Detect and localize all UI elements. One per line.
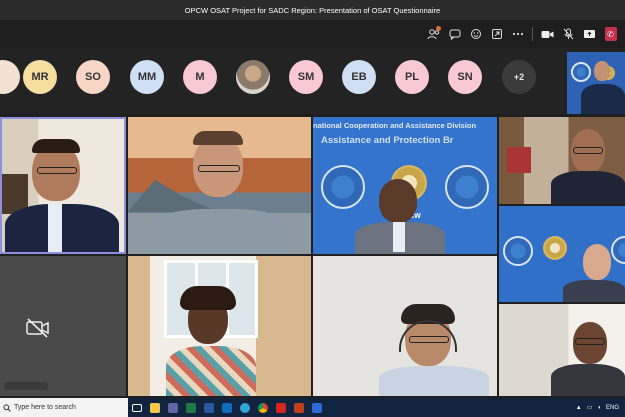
participant-suit bbox=[551, 364, 625, 396]
opcw-emblem-icon bbox=[611, 236, 625, 264]
search-icon bbox=[3, 403, 11, 412]
participant-avatar[interactable]: SN bbox=[448, 60, 482, 94]
participant-face bbox=[379, 179, 417, 223]
avatar-initials: SO bbox=[85, 71, 101, 83]
meeting-title: OPCW OSAT Project for SADC Region: Prese… bbox=[184, 5, 441, 15]
mic-icon[interactable] bbox=[558, 24, 579, 44]
video-tile[interactable] bbox=[128, 117, 311, 254]
share-tray-icon[interactable] bbox=[486, 24, 507, 44]
participant-suit bbox=[5, 204, 119, 252]
search-placeholder: Type here to search bbox=[14, 404, 76, 411]
video-tile[interactable] bbox=[313, 256, 497, 396]
participant-face bbox=[594, 61, 610, 81]
video-tile[interactable] bbox=[499, 304, 625, 396]
opcw-emblem-icon bbox=[571, 62, 591, 82]
volume-icon[interactable]: ◖ bbox=[597, 405, 601, 411]
bookshelf bbox=[507, 147, 531, 173]
opcw-emblem-icon bbox=[503, 236, 533, 266]
network-icon[interactable]: ▭ bbox=[587, 404, 593, 411]
video-tile-opcw[interactable]: national Cooperation and Assistance Divi… bbox=[313, 117, 497, 254]
participant-avatar[interactable]: EB bbox=[342, 60, 376, 94]
participant-suit bbox=[563, 280, 625, 302]
more-participants-count: +2 bbox=[513, 72, 525, 82]
powerpoint-icon[interactable] bbox=[290, 398, 308, 417]
participant-shirt bbox=[379, 366, 489, 396]
participant-name-tag bbox=[4, 382, 48, 390]
word-icon[interactable] bbox=[200, 398, 218, 417]
eyeglasses bbox=[573, 147, 603, 154]
participant-avatar[interactable]: MR bbox=[23, 60, 57, 94]
teams-icon[interactable] bbox=[164, 398, 182, 417]
shirt bbox=[48, 204, 62, 252]
file-explorer-icon[interactable] bbox=[146, 398, 164, 417]
participant-dress bbox=[166, 346, 256, 396]
participant-avatar[interactable]: SO bbox=[76, 60, 110, 94]
app-icon[interactable] bbox=[308, 398, 326, 417]
title-bar: OPCW OSAT Project for SADC Region: Prese… bbox=[0, 0, 625, 20]
self-view-tile[interactable] bbox=[567, 52, 625, 114]
leave-icon: ✆ bbox=[604, 27, 617, 41]
more-participants-button[interactable]: +2 bbox=[502, 60, 536, 94]
avatar-initials: MR bbox=[31, 71, 49, 83]
task-view-icon[interactable] bbox=[128, 398, 146, 417]
participant-face bbox=[583, 244, 611, 280]
opcw-logo-icon bbox=[543, 236, 567, 260]
chrome-icon[interactable] bbox=[254, 398, 272, 417]
participant-avatar[interactable]: MM bbox=[130, 60, 164, 94]
eyeglasses bbox=[198, 165, 240, 172]
opcw-emblem-icon bbox=[445, 165, 489, 209]
participant-photo-avatar[interactable] bbox=[236, 60, 270, 94]
avatar-initials: EB bbox=[351, 71, 367, 83]
avatar-initials: M bbox=[195, 71, 205, 83]
participant-avatar-partial[interactable] bbox=[0, 60, 20, 94]
meeting-toolbar: ✆ bbox=[0, 20, 625, 48]
participant-shirt bbox=[150, 209, 290, 254]
video-tile[interactable] bbox=[499, 117, 625, 204]
shirt bbox=[393, 222, 405, 252]
participant-hair bbox=[180, 286, 236, 310]
language-indicator[interactable]: ENG bbox=[606, 405, 619, 411]
avatar-initials: SM bbox=[297, 71, 315, 83]
participant-strip: MR SO MM M SM EB PL SN +2 bbox=[0, 48, 625, 114]
tray-chevron-icon[interactable]: ▲ bbox=[576, 405, 582, 411]
participant-hair bbox=[193, 131, 243, 145]
banner-branch: Assistance and Protection Br bbox=[321, 135, 454, 146]
participant-avatar[interactable]: PL bbox=[395, 60, 429, 94]
video-tile[interactable] bbox=[128, 256, 311, 396]
participant-suit bbox=[551, 171, 625, 204]
reactions-icon[interactable] bbox=[465, 24, 486, 44]
avatar-initials: SN bbox=[457, 71, 473, 83]
outlook-icon[interactable] bbox=[218, 398, 236, 417]
opcw-emblem-icon bbox=[321, 165, 365, 209]
share-icon[interactable] bbox=[579, 24, 600, 44]
eyeglasses bbox=[575, 338, 605, 345]
video-tile-camera-off[interactable] bbox=[0, 256, 126, 396]
system-tray: ▲ ▭ ◖ ENG bbox=[576, 404, 625, 412]
camera-off-icon bbox=[26, 318, 49, 338]
participant-avatar[interactable]: M bbox=[183, 60, 217, 94]
banner-division: national Cooperation and Assistance Divi… bbox=[313, 121, 477, 130]
people-notification-dot bbox=[436, 26, 441, 31]
leave-button[interactable]: ✆ bbox=[600, 24, 621, 44]
edge-icon[interactable] bbox=[236, 398, 254, 417]
video-tile-active-speaker[interactable] bbox=[0, 117, 126, 254]
toolbar-divider bbox=[532, 27, 533, 41]
excel-icon[interactable] bbox=[182, 398, 200, 417]
camera-icon[interactable] bbox=[537, 24, 558, 44]
people-icon[interactable] bbox=[423, 24, 444, 44]
avatar-initials: PL bbox=[404, 71, 420, 83]
eyeglasses bbox=[37, 167, 77, 174]
participant-avatar[interactable]: SM bbox=[289, 60, 323, 94]
chat-icon[interactable] bbox=[444, 24, 465, 44]
participant-hair bbox=[32, 139, 80, 153]
video-tile-opcw[interactable] bbox=[499, 206, 625, 302]
os-taskbar: Type here to search ▲ ▭ ◖ ENG bbox=[0, 398, 625, 417]
taskbar-search[interactable]: Type here to search bbox=[0, 398, 128, 417]
participant-body bbox=[581, 84, 625, 114]
acrobat-icon[interactable] bbox=[272, 398, 290, 417]
more-icon[interactable] bbox=[507, 24, 528, 44]
avatar-initials: MM bbox=[137, 71, 157, 83]
